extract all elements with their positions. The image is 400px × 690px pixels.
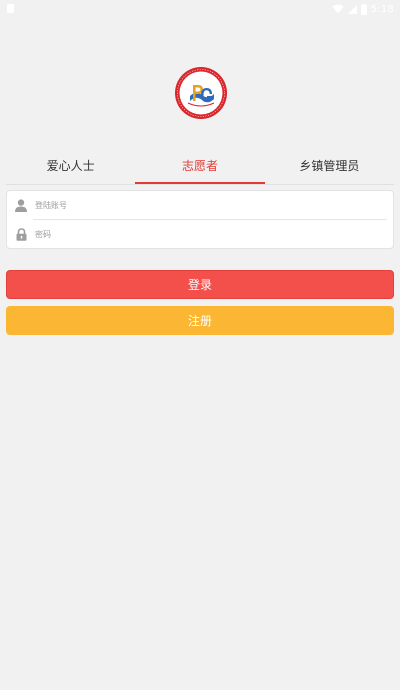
login-form — [6, 190, 394, 249]
tab-volunteer[interactable]: 志愿者 — [135, 146, 265, 184]
login-button[interactable]: 登录 — [6, 270, 394, 299]
sim-icon — [7, 4, 14, 13]
user-icon — [7, 191, 35, 219]
register-button[interactable]: 注册 — [6, 306, 394, 335]
organization-logo-icon — [174, 66, 228, 120]
lock-icon — [7, 220, 35, 248]
tabs-divider — [6, 184, 394, 185]
role-tabs: 爱心人士 志愿者 乡镇管理员 — [6, 146, 394, 184]
tab-caring-person[interactable]: 爱心人士 — [6, 146, 135, 184]
password-row — [7, 220, 395, 248]
wifi-icon — [332, 4, 344, 14]
account-row — [7, 191, 395, 219]
account-input[interactable] — [35, 193, 375, 217]
status-bar: 5:18 — [0, 0, 400, 18]
status-right-group: 5:18 — [332, 2, 394, 16]
status-time: 5:18 — [370, 3, 394, 15]
tab-town-administrator[interactable]: 乡镇管理员 — [265, 146, 394, 184]
signal-icon — [347, 4, 357, 14]
password-input[interactable] — [35, 222, 375, 246]
battery-icon — [360, 3, 367, 15]
